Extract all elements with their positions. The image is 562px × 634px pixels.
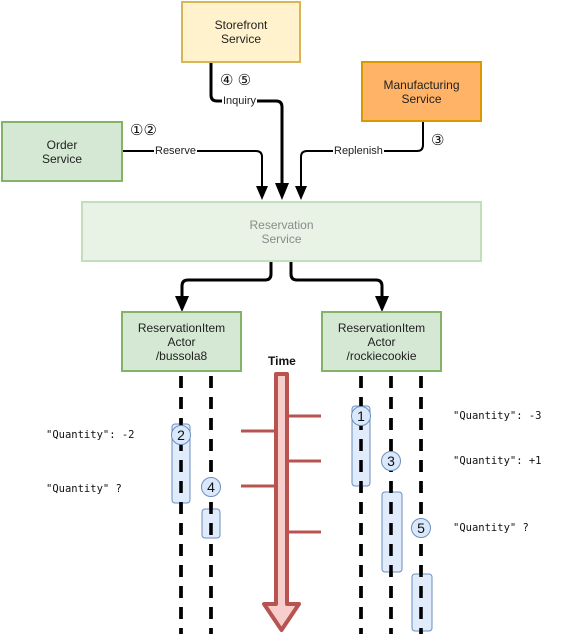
actor-bussola8[interactable]: ReservationItem Actor /bussola8 bbox=[121, 311, 242, 372]
step-marker-label: 2 bbox=[177, 427, 185, 443]
quantity-annotation: "Quantity" ? bbox=[46, 483, 122, 495]
reserve-edge-label: Reserve bbox=[154, 145, 197, 157]
reservation-service-label: Reservation Service bbox=[249, 217, 314, 246]
storefront-service[interactable]: Storefront Service bbox=[181, 1, 301, 63]
reservation-to-rockiecookie-connector bbox=[289, 262, 384, 303]
time-label: Time bbox=[268, 354, 296, 368]
activation-box bbox=[411, 573, 433, 632]
reserve-step-numbers: ①② bbox=[130, 122, 157, 139]
reservation-to-bussola-connector bbox=[180, 262, 273, 303]
step-marker-label: 1 bbox=[357, 408, 365, 424]
actor-rockiecookie[interactable]: ReservationItem Actor /rockiecookie bbox=[321, 311, 442, 372]
order-service[interactable]: Order Service bbox=[1, 121, 123, 182]
arrowhead-icon bbox=[275, 183, 289, 200]
actor-bussola8-label: ReservationItem Actor /bussola8 bbox=[137, 320, 226, 363]
inquiry-edge-label: Inquiry bbox=[222, 95, 258, 107]
arrowhead-icon bbox=[256, 186, 268, 200]
step-marker-label: 3 bbox=[387, 453, 395, 469]
replenish-step-numbers: ③ bbox=[431, 132, 445, 149]
manufacturing-service-label: Manufacturing Service bbox=[383, 77, 460, 106]
actor-rockiecookie-label: ReservationItem Actor /rockiecookie bbox=[337, 320, 426, 363]
inquiry-step-numbers: ④ ⑤ bbox=[220, 72, 252, 89]
reservation-service[interactable]: Reservation Service bbox=[81, 201, 482, 262]
step-marker-label: 5 bbox=[417, 520, 425, 536]
quantity-annotation: "Quantity" ? bbox=[453, 522, 529, 534]
quantity-annotation: "Quantity": +1 bbox=[453, 455, 542, 467]
arrowhead-icon bbox=[295, 186, 307, 200]
quantity-annotation: "Quantity": -2 bbox=[46, 429, 135, 441]
storefront-service-label: Storefront Service bbox=[214, 18, 268, 46]
time-arrow bbox=[262, 372, 301, 632]
quantity-annotation: "Quantity": -3 bbox=[453, 410, 542, 422]
replenish-edge-label: Replenish bbox=[333, 145, 384, 157]
step-marker-label: 4 bbox=[207, 479, 215, 495]
manufacturing-service[interactable]: Manufacturing Service bbox=[361, 61, 482, 122]
arrowhead-icon bbox=[175, 296, 189, 312]
order-service-label: Order Service bbox=[41, 137, 82, 166]
arrowhead-icon bbox=[375, 296, 389, 312]
